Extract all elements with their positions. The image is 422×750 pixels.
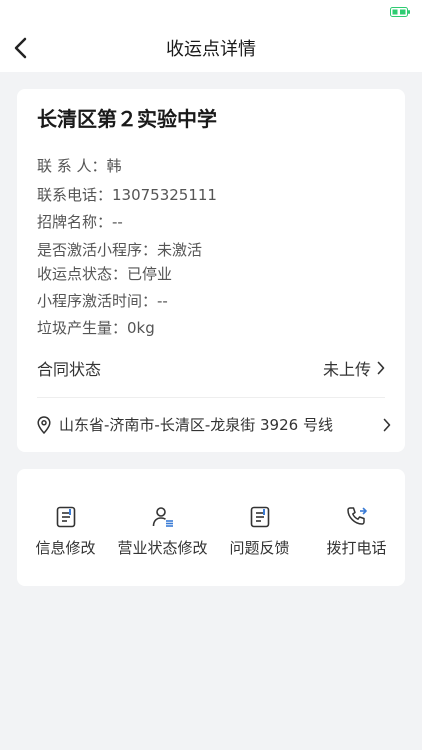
action-label: 营业状态修改 xyxy=(117,539,208,557)
business-status-button[interactable]: 营业状态修改 xyxy=(114,469,211,586)
battery-icon xyxy=(390,7,410,17)
edit-doc-icon xyxy=(56,506,75,528)
divider xyxy=(37,397,385,398)
page-title: 收运点详情 xyxy=(166,39,256,60)
action-label: 问题反馈 xyxy=(229,539,290,557)
contact-person: 联 系 人：韩 xyxy=(37,157,122,175)
actions-card: 信息修改 营业状态修改 问题反馈 拨打电话 xyxy=(17,469,405,586)
activation-time: 小程序激活时间：-- xyxy=(37,292,168,310)
mini-program-activated: 是否激活小程序：未激活 xyxy=(37,241,203,259)
sign-name: 招牌名称：-- xyxy=(37,213,123,231)
location-pin-icon xyxy=(37,415,51,434)
feedback-doc-icon xyxy=(250,506,269,528)
call-phone-button[interactable]: 拨打电话 xyxy=(308,469,405,586)
contract-status-label: 合同状态 xyxy=(37,360,102,379)
back-button[interactable] xyxy=(6,34,34,62)
nav-bar: 收运点详情 xyxy=(0,24,422,72)
chevron-right-icon xyxy=(377,361,385,375)
address-row[interactable]: 山东省-济南市-长清区-龙泉街 3926 号线 xyxy=(37,414,391,435)
garbage-amount: 垃圾产生量：0kg xyxy=(37,319,155,337)
point-status: 收运点状态：已停业 xyxy=(37,265,173,283)
phone-call-icon xyxy=(346,507,367,525)
contract-status-value-group: 未上传 xyxy=(323,356,385,380)
info-card: 长清区第２实验中学 联 系 人：韩 联系电话：13075325111 招牌名称：… xyxy=(17,89,405,452)
address-text: 山东省-济南市-长清区-龙泉街 3926 号线 xyxy=(59,416,333,434)
action-label: 信息修改 xyxy=(35,539,96,557)
contact-phone: 联系电话：13075325111 xyxy=(37,186,217,204)
chevron-left-icon xyxy=(14,37,27,59)
edit-info-button[interactable]: 信息修改 xyxy=(17,469,114,586)
status-bar xyxy=(0,0,422,24)
user-list-icon xyxy=(152,507,173,527)
contract-status-value: 未上传 xyxy=(322,360,371,379)
feedback-button[interactable]: 问题反馈 xyxy=(211,469,308,586)
school-name: 长清区第２实验中学 xyxy=(37,107,217,131)
action-label: 拨打电话 xyxy=(326,539,387,557)
chevron-right-icon xyxy=(383,418,391,431)
contract-status-row[interactable]: 合同状态 未上传 xyxy=(37,356,385,380)
